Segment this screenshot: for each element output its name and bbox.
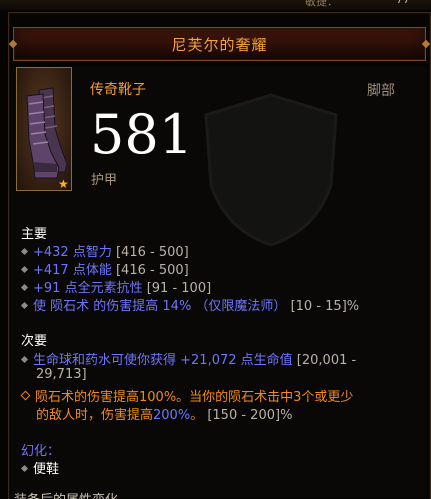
primary-stat: +91 点全元素抗性 [91 - 100] bbox=[20, 277, 211, 296]
primary-stat: +417 点体能 [416 - 500] bbox=[20, 259, 189, 278]
item-icon-frame[interactable] bbox=[16, 67, 72, 191]
transmog-value: 便鞋 bbox=[20, 458, 59, 477]
secondary-section-label: 次要 bbox=[21, 334, 48, 349]
legendary-star-icon: ★ bbox=[58, 177, 69, 191]
item-name: 尼芙尔的奢耀 bbox=[171, 36, 268, 54]
armor-value: 581 bbox=[90, 103, 194, 166]
bullet-icon bbox=[20, 355, 29, 364]
stat-value-dexterity: 77 bbox=[396, 0, 410, 6]
secondary-stat: 生命球和药水可使你获得 +21,072 点生命值 [20,001 - bbox=[20, 349, 356, 368]
boots-icon bbox=[26, 87, 68, 179]
tooltip-header: 尼芙尔的奢耀 bbox=[8, 27, 431, 61]
secondary-stat-range: 29,713] bbox=[36, 367, 87, 382]
bullet-icon bbox=[20, 464, 29, 473]
bullet-icon bbox=[20, 247, 29, 256]
primary-stat: +432 点智力 [416 - 500] bbox=[20, 241, 189, 260]
armor-shield-icon bbox=[204, 93, 338, 247]
primary-section-label: 主要 bbox=[21, 227, 48, 242]
transmog-label: 幻化： bbox=[21, 444, 61, 459]
armor-label: 护甲 bbox=[91, 173, 118, 188]
bullet-icon bbox=[20, 301, 29, 310]
item-slot: 脚部 bbox=[367, 83, 395, 99]
equip-compare-label: 装备后的属性变化 bbox=[14, 489, 118, 499]
legendary-affix-cont: 的敌人时，伤害提高200%。 [150 - 200]% bbox=[36, 408, 293, 423]
bullet-icon bbox=[20, 265, 29, 274]
legendary-affix: 陨石术的伤害提高100%。当你的陨石术击中3个或更少 bbox=[20, 386, 353, 405]
item-type: 传奇靴子 bbox=[90, 82, 146, 98]
stat-label-dexterity: 敏捷： bbox=[305, 0, 338, 8]
legendary-bullet-icon bbox=[20, 390, 31, 401]
primary-stat: 使 陨石术 的伤害提高 14% （仅限魔法师） [10 - 15]% bbox=[20, 295, 359, 314]
character-stats-strip: 敏捷： 77 bbox=[0, 0, 431, 10]
bullet-icon bbox=[20, 283, 29, 292]
